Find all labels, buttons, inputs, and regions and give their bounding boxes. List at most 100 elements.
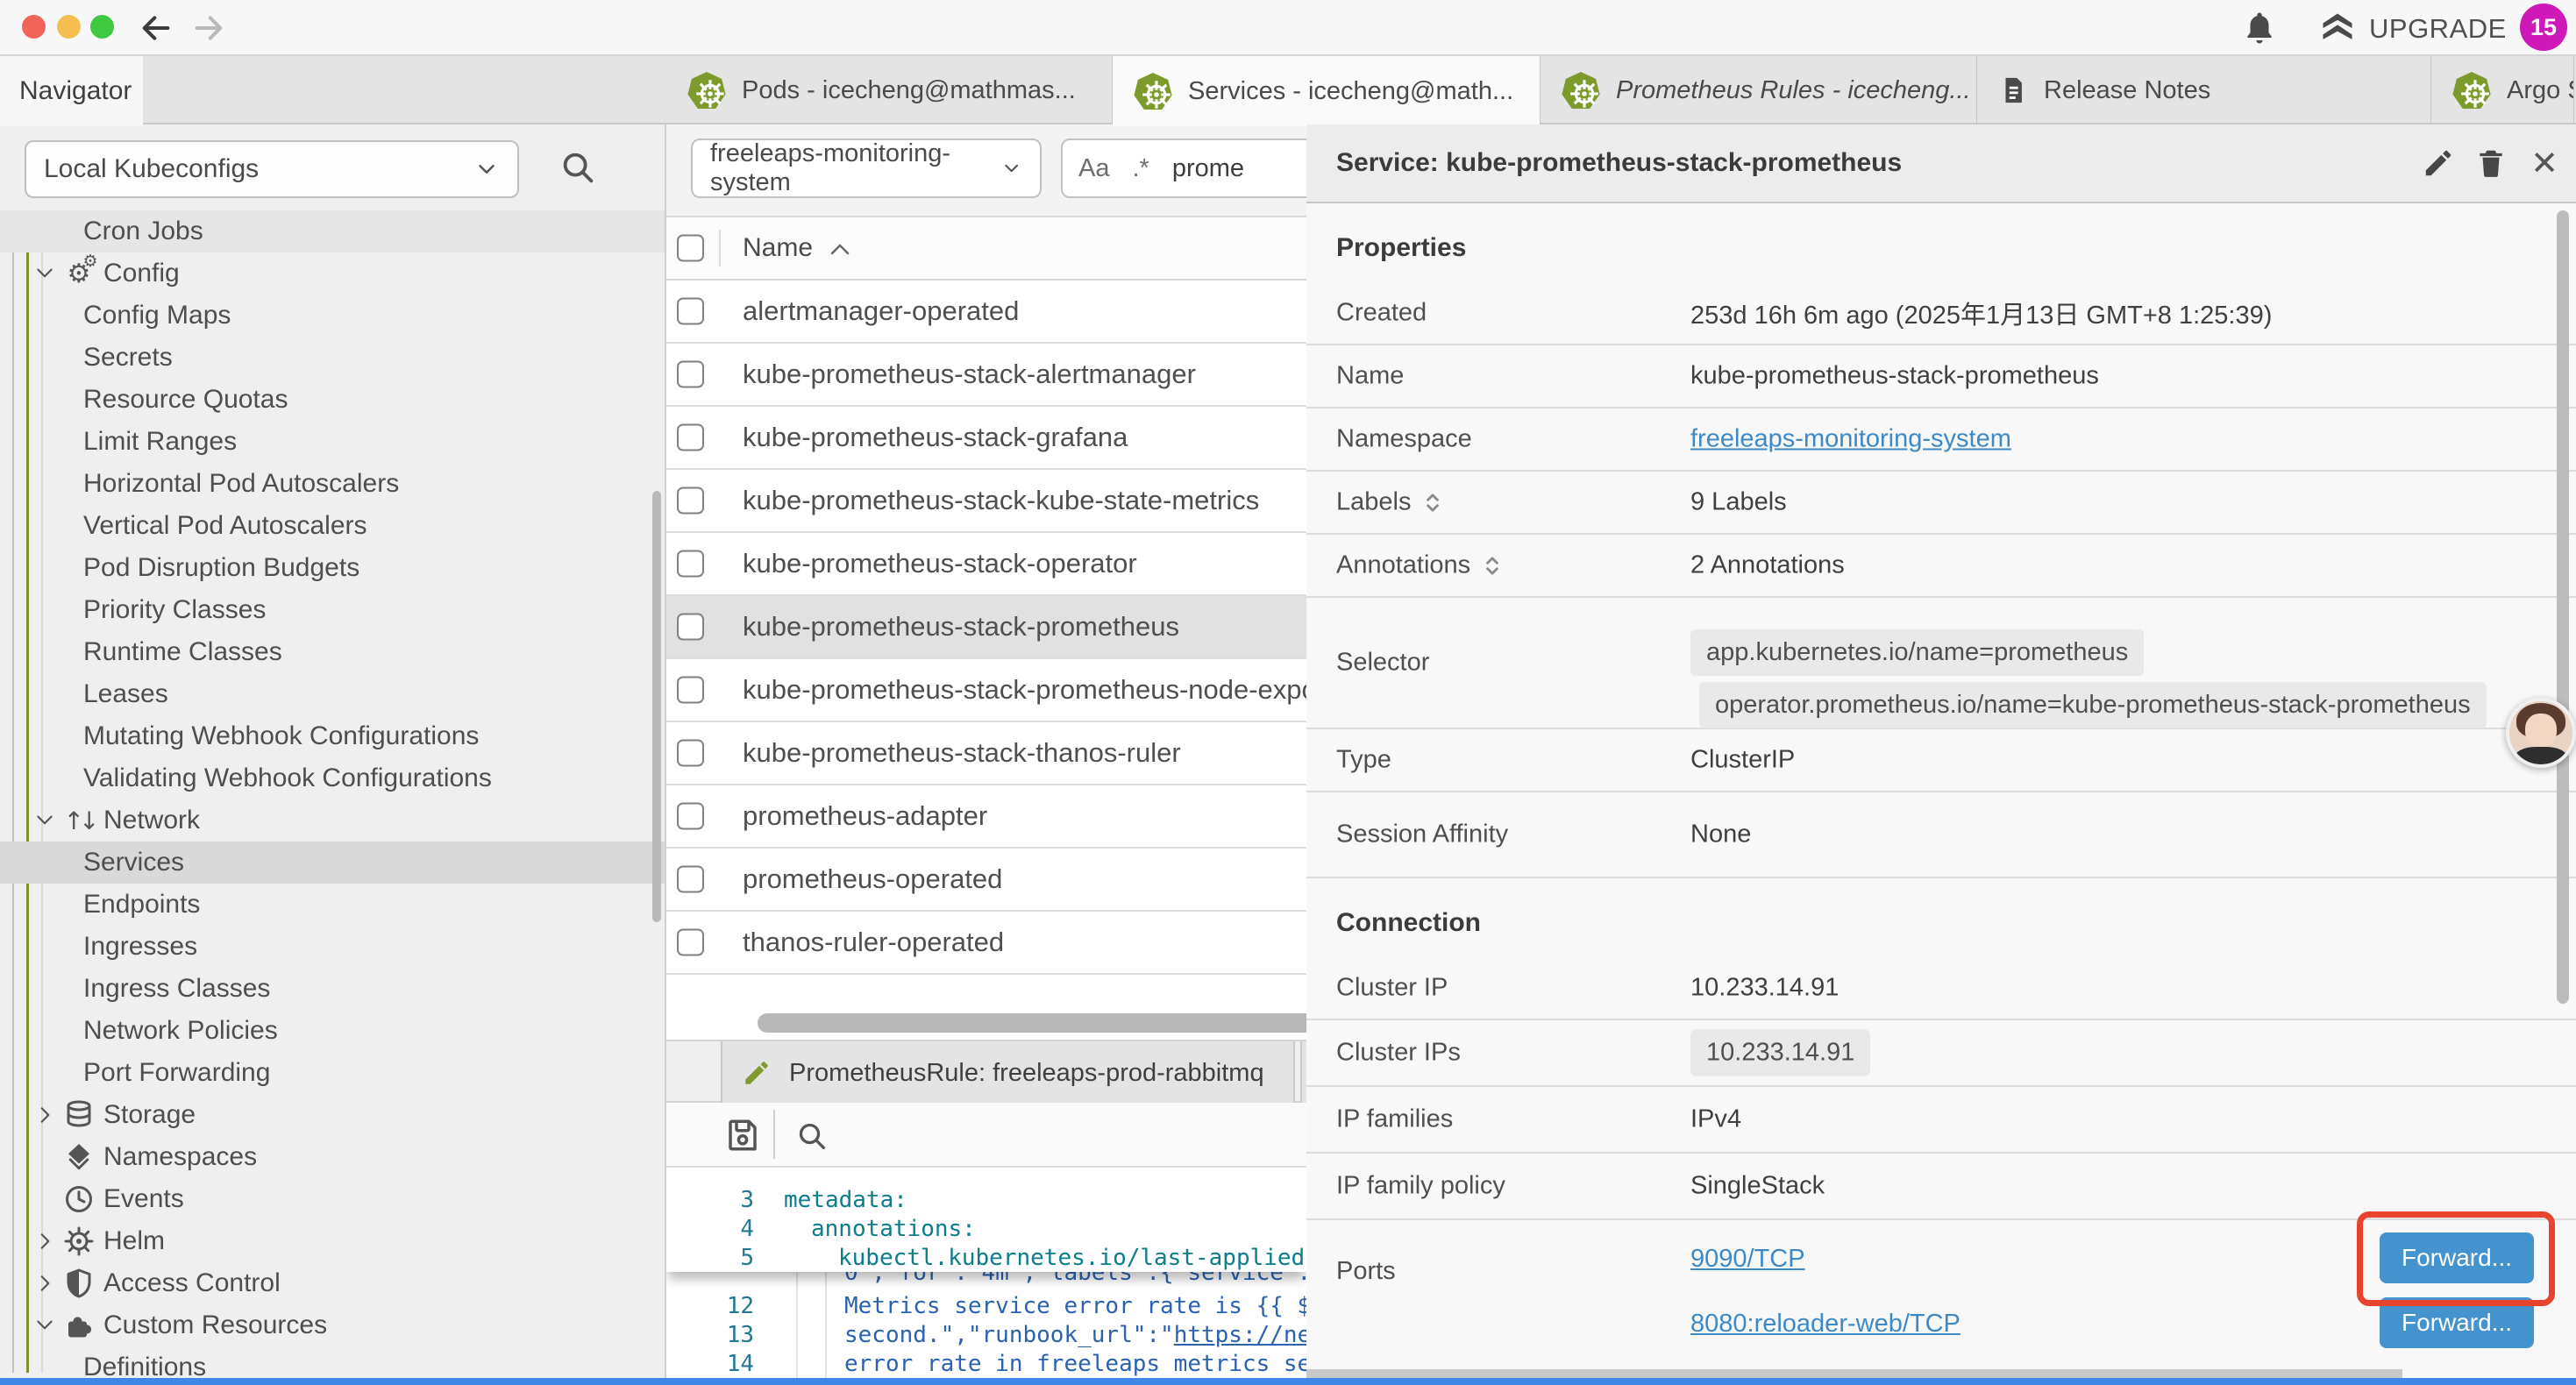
tab-argo[interactable]: Argo Se (2431, 56, 2574, 124)
sidebar-item-mutating-webhook-configurations[interactable]: Mutating Webhook Configurations (0, 715, 666, 757)
sidebar-item-runtime-classes[interactable]: Runtime Classes (0, 631, 666, 673)
sidebar-search-icon[interactable] (558, 147, 598, 188)
sidebar-item-endpoints[interactable]: Endpoints (0, 884, 666, 926)
row-checkbox[interactable] (677, 424, 704, 451)
upgrade-button[interactable]: UPGRADE (2369, 13, 2507, 45)
table-row[interactable]: kube-prometheus-stack-thanos-ruler (666, 722, 1306, 785)
row-checkbox[interactable] (677, 298, 704, 325)
sidebar-item-cron-jobs[interactable]: Cron Jobs (0, 210, 666, 252)
row-checkbox[interactable] (677, 361, 704, 388)
sidebar-item-config[interactable]: ⚙⚙Config (0, 252, 666, 295)
kubeconfig-select[interactable]: Local Kubeconfigs (25, 140, 519, 198)
row-checkbox[interactable] (677, 487, 704, 515)
sidebar-item-secrets[interactable]: Secrets (0, 337, 666, 379)
tab-services[interactable]: Services - icecheng@math...✕ (1113, 56, 1541, 126)
delete-resource-button[interactable] (2474, 146, 2508, 181)
chevron-down-icon[interactable] (33, 1314, 56, 1337)
forward-arrow-icon[interactable] (191, 11, 226, 46)
assistant-avatar[interactable] (2506, 698, 2576, 768)
table-row[interactable]: kube-prometheus-stack-prometheus-node-ex… (666, 659, 1306, 722)
row-checkbox[interactable] (677, 677, 704, 704)
forward-button[interactable]: Forward... (2380, 1232, 2534, 1283)
sidebar-item-limit-ranges[interactable]: Limit Ranges (0, 421, 666, 463)
sort-updown-icon[interactable] (1421, 491, 1444, 514)
detail-row-ip-family-policy: IP family policySingleStack (1306, 1154, 2576, 1220)
sidebar-item-helm[interactable]: Helm (0, 1220, 666, 1262)
sidebar-item-custom-resources[interactable]: Custom Resources (0, 1304, 666, 1346)
chevron-right-icon[interactable] (33, 1272, 56, 1295)
chevron-right-icon[interactable] (33, 1230, 56, 1253)
sidebar-item-ingresses[interactable]: Ingresses (0, 926, 666, 968)
sidebar-item-horizontal-pod-autoscalers[interactable]: Horizontal Pod Autoscalers (0, 463, 666, 505)
port-link[interactable]: 9090/TCP (1690, 1245, 1805, 1273)
table-row[interactable]: prometheus-operated (666, 849, 1306, 912)
code-link[interactable]: https://net (1174, 1322, 1306, 1348)
forward-button[interactable]: Forward... (2380, 1297, 2534, 1348)
details-scrollbar[interactable] (2557, 210, 2569, 1004)
regex-toggle[interactable]: .* (1132, 154, 1149, 183)
editor-search-icon[interactable] (794, 1119, 829, 1154)
sidebar-item-access-control[interactable]: Access Control (0, 1262, 666, 1304)
tab-release[interactable]: Release Notes (1977, 56, 2431, 124)
table-row[interactable]: kube-prometheus-stack-kube-state-metrics (666, 470, 1306, 533)
sidebar-item-services[interactable]: Services (0, 842, 666, 884)
table-row[interactable]: kube-prometheus-stack-alertmanager (666, 344, 1306, 407)
editor-tab-prometheusrule[interactable]: PrometheusRule: freeleaps-prod-rabbitmq (721, 1041, 1295, 1104)
close-tab-icon[interactable]: ✕ (1536, 76, 1541, 107)
table-row[interactable]: kube-prometheus-stack-grafana (666, 407, 1306, 470)
row-checkbox[interactable] (677, 929, 704, 956)
sidebar-item-pod-disruption-budgets[interactable]: Pod Disruption Budgets (0, 547, 666, 589)
sidebar-scrollbar[interactable] (652, 491, 661, 922)
tab-pods[interactable]: Pods - icecheng@mathmas... (666, 56, 1113, 124)
row-checkbox[interactable] (677, 803, 704, 830)
table-row[interactable]: thanos-ruler-operated (666, 912, 1306, 975)
name-column-header[interactable]: Name (743, 233, 813, 263)
table-row[interactable]: prometheus-adapter (666, 785, 1306, 849)
sidebar-item-network-policies[interactable]: Network Policies (0, 1010, 666, 1052)
port-link[interactable]: 8080:reloader-web/TCP (1690, 1310, 1960, 1338)
sidebar-item-namespaces[interactable]: Namespaces (0, 1136, 666, 1178)
chevron-down-icon[interactable] (33, 809, 56, 832)
zoom-window-button[interactable] (90, 15, 114, 39)
sidebar-item-resource-quotas[interactable]: Resource Quotas (0, 379, 666, 421)
table-row[interactable]: kube-prometheus-stack-prometheus (666, 596, 1306, 659)
name-filter-input[interactable]: Aa .* prome (1061, 138, 1306, 198)
sidebar-item-vertical-pod-autoscalers[interactable]: Vertical Pod Autoscalers (0, 505, 666, 547)
close-window-button[interactable] (22, 15, 46, 39)
yaml-editor[interactable]: 3metadata:4annotations:5kubectl.kubernet… (666, 1185, 1306, 1385)
horizontal-scrollbar[interactable] (758, 1013, 1306, 1033)
select-all-checkbox[interactable] (677, 235, 704, 262)
tab-prometheus[interactable]: Prometheus Rules - icecheng... (1541, 56, 1977, 124)
notifications-bell-icon[interactable] (2241, 9, 2278, 47)
sidebar-item-priority-classes[interactable]: Priority Classes (0, 589, 666, 631)
sidebar-item-events[interactable]: Events (0, 1178, 666, 1220)
row-checkbox[interactable] (677, 550, 704, 578)
sidebar-item-leases[interactable]: Leases (0, 673, 666, 715)
namespace-link[interactable]: freeleaps-monitoring-system (1690, 425, 2011, 453)
sidebar-item-network[interactable]: ↑↓Network (0, 799, 666, 842)
namespace-select[interactable]: freeleaps-monitoring-system (691, 138, 1042, 198)
row-checkbox[interactable] (677, 614, 704, 641)
sidebar-item-port-forwarding[interactable]: Port Forwarding (0, 1052, 666, 1094)
sidebar-item-storage[interactable]: Storage (0, 1094, 666, 1136)
editor-tab-partial[interactable] (1300, 1041, 1306, 1104)
table-row[interactable]: alertmanager-operated (666, 281, 1306, 344)
sidebar-item-ingress-classes[interactable]: Ingress Classes (0, 968, 666, 1010)
navigator-panel-tab[interactable]: Navigator (0, 56, 143, 126)
edit-resource-button[interactable] (2422, 146, 2455, 180)
match-case-toggle[interactable]: Aa (1078, 154, 1109, 183)
save-icon[interactable] (724, 1117, 761, 1154)
close-panel-button[interactable]: ✕ (2527, 144, 2562, 182)
sidebar-item-validating-webhook-configurations[interactable]: Validating Webhook Configurations (0, 757, 666, 799)
chevron-down-icon[interactable] (33, 262, 56, 285)
sort-updown-icon[interactable] (1481, 554, 1504, 577)
sidebar-item-config-maps[interactable]: Config Maps (0, 295, 666, 337)
back-arrow-icon[interactable] (139, 11, 174, 46)
sort-asc-icon[interactable] (829, 240, 850, 258)
minimize-window-button[interactable] (57, 15, 81, 39)
account-badge[interactable]: 15 (2520, 4, 2567, 51)
table-row[interactable]: kube-prometheus-stack-operator (666, 533, 1306, 596)
chevron-right-icon[interactable] (33, 1104, 56, 1126)
row-checkbox[interactable] (677, 740, 704, 767)
row-checkbox[interactable] (677, 866, 704, 893)
